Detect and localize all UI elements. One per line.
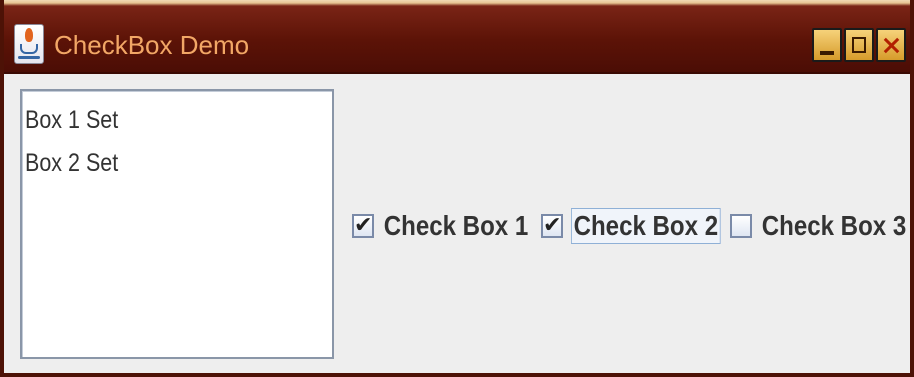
checkbox-3-label[interactable]: Check Box 3 <box>760 209 908 243</box>
checkbox-1[interactable]: ✔ Check Box 1 <box>352 207 554 245</box>
checkbox-1-label[interactable]: Check Box 1 <box>382 209 530 243</box>
app-window: CheckBox Demo Box 1 Set Box 2 Set ✔ Chec… <box>0 0 914 377</box>
maximize-icon <box>852 37 866 53</box>
minimize-icon <box>820 37 834 55</box>
java-cup-icon[interactable] <box>14 24 44 64</box>
close-icon <box>884 37 898 53</box>
checkmark-icon: ✔ <box>354 213 373 238</box>
flame-shape <box>25 28 33 42</box>
checkbox-3[interactable]: Check Box 3 <box>730 207 914 245</box>
text-line: Box 2 Set <box>25 149 119 177</box>
window-title: CheckBox Demo <box>54 30 250 60</box>
checkbox-3-box[interactable] <box>730 214 752 238</box>
output-text-area[interactable]: Box 1 Set Box 2 Set <box>20 89 334 359</box>
checkbox-1-box[interactable]: ✔ <box>352 213 374 238</box>
saucer-shape <box>18 56 40 59</box>
title-bar[interactable]: CheckBox Demo <box>4 0 910 74</box>
cup-shape <box>20 44 38 54</box>
checkmark-icon: ✔ <box>543 213 562 238</box>
checkbox-2-label[interactable]: Check Box 2 <box>571 208 721 244</box>
text-line: Box 1 Set <box>25 106 119 134</box>
checkbox-2-box[interactable]: ✔ <box>541 213 563 238</box>
minimize-button[interactable] <box>812 28 842 62</box>
checkbox-2[interactable]: ✔ Check Box 2 <box>541 207 745 245</box>
maximize-button[interactable] <box>844 28 874 62</box>
close-button[interactable] <box>876 28 906 62</box>
